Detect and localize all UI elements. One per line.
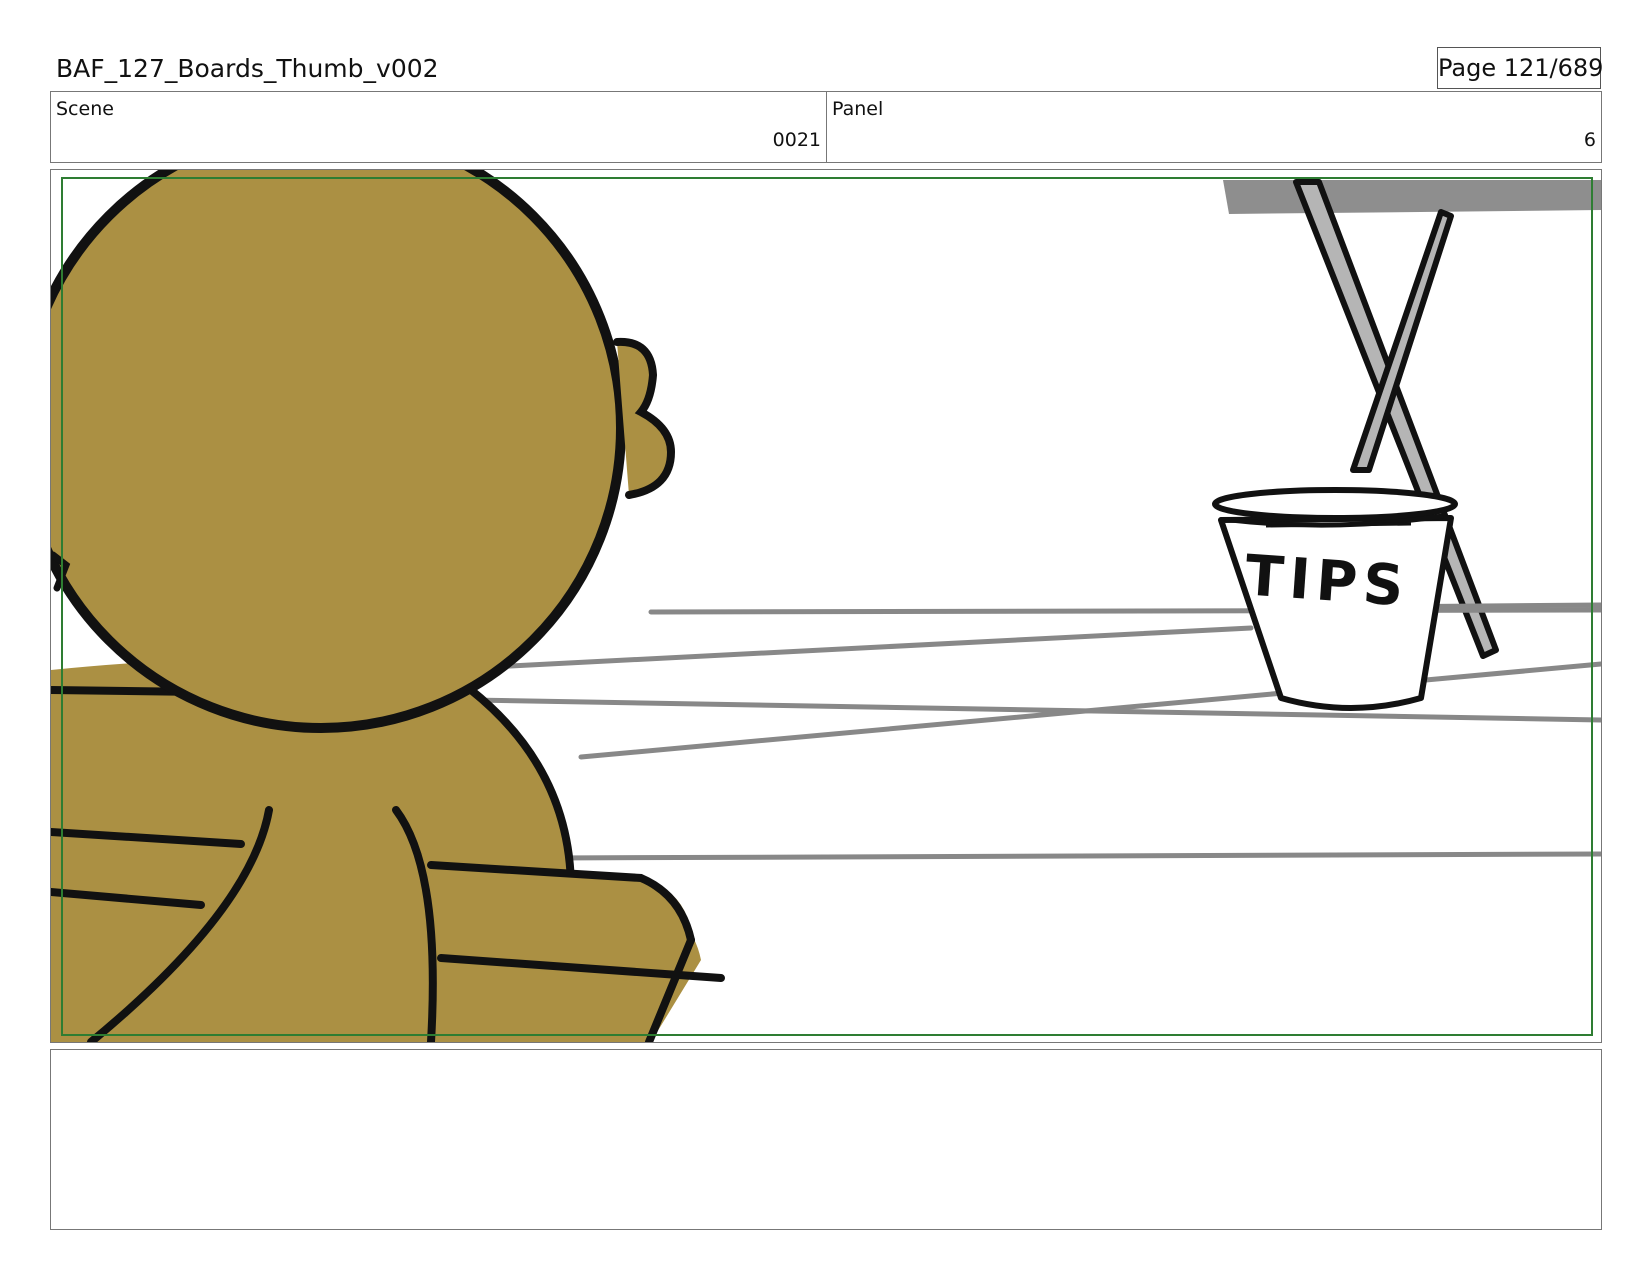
panel-cell: Panel 6 (827, 92, 1601, 162)
page-indicator: Page 121/689 (1437, 47, 1603, 89)
scene-label: Scene (56, 98, 114, 120)
panel-label: Panel (832, 98, 884, 120)
board-title: BAF_127_Boards_Thumb_v002 (56, 54, 439, 83)
notes-box[interactable] (50, 1049, 1602, 1230)
tips-bucket: TIPS (1212, 487, 1458, 711)
character (51, 170, 725, 1042)
scene-cell: Scene 0021 (51, 92, 827, 162)
bucket-label: TIPS (1243, 543, 1412, 619)
storyboard-drawing: TIPS (51, 170, 1601, 1042)
table-edge (1223, 180, 1601, 214)
panel-number: 6 (1583, 129, 1596, 151)
scene-panel-info: Scene 0021 Panel 6 (50, 91, 1602, 163)
storyboard-frame: TIPS (50, 169, 1602, 1043)
scene-number: 0021 (772, 129, 821, 151)
